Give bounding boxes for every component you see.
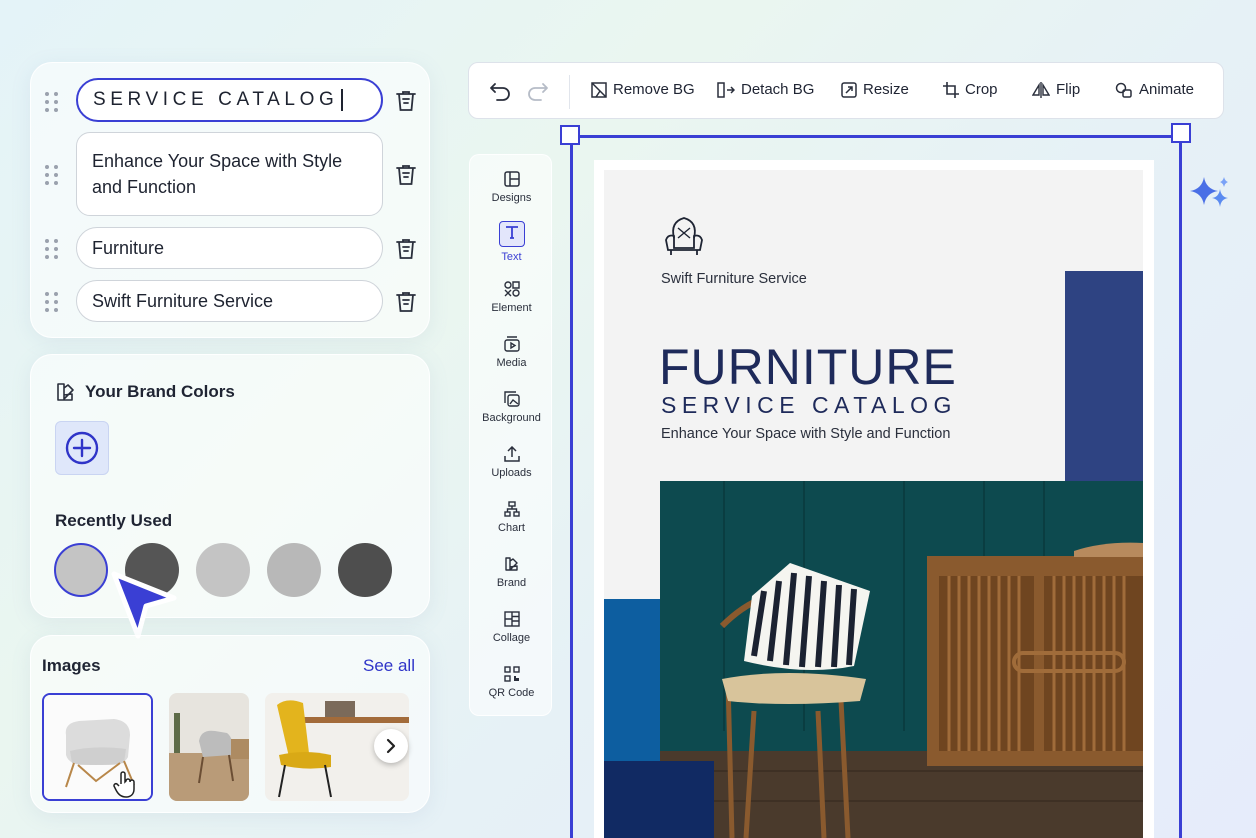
rail-item-brand[interactable]: Brand (470, 556, 553, 589)
detach-bg-button[interactable]: Detach BG (717, 81, 814, 98)
rail-item-collage[interactable]: Collage (470, 611, 553, 644)
animate-button[interactable]: Animate (1115, 81, 1194, 98)
drag-handle-icon[interactable] (45, 165, 59, 185)
resize-handle-top-left[interactable] (560, 125, 580, 145)
trash-icon[interactable] (395, 237, 417, 261)
collage-icon (503, 611, 520, 627)
field-tagline[interactable]: Enhance Your Space with Style and Functi… (76, 132, 383, 216)
field-brand-name[interactable]: Swift Furniture Service (76, 280, 383, 322)
trash-icon[interactable] (395, 89, 417, 113)
background-icon (503, 391, 520, 407)
side-rail: Designs Text Element Media Background Up… (469, 154, 552, 716)
color-swatch[interactable] (196, 543, 250, 597)
text-fields-panel: SERVICE CATALOG Enhance Your Space with … (30, 62, 430, 338)
crop-button[interactable]: Crop (943, 81, 998, 98)
selection-frame (569, 135, 1181, 138)
resize-handle-top-right[interactable] (1171, 123, 1191, 143)
drag-handle-icon[interactable] (45, 239, 59, 259)
chart-icon (503, 501, 520, 517)
rail-item-element[interactable]: Element (470, 281, 553, 314)
poster-subtitle: SERVICE CATALOG (661, 392, 957, 418)
rail-item-qr-code[interactable]: QR Code (470, 666, 553, 699)
designs-icon (503, 171, 520, 187)
poster-title: FURNITURE (659, 339, 957, 395)
color-swatch[interactable] (338, 543, 392, 597)
palette-icon (57, 383, 74, 401)
poster-tagline: Enhance Your Space with Style and Functi… (661, 426, 951, 442)
undo-icon[interactable] (489, 81, 511, 101)
drag-handle-icon[interactable] (45, 292, 59, 312)
rail-item-uploads[interactable]: Uploads (470, 446, 553, 479)
poster-brand-name: Swift Furniture Service (661, 271, 807, 287)
resize-icon (841, 81, 857, 98)
add-brand-color-button[interactable] (55, 421, 109, 475)
plus-circle-icon (65, 431, 99, 465)
toolbar-divider (569, 75, 570, 109)
pointer-cursor-icon (111, 571, 177, 639)
text-caret (341, 89, 343, 111)
brand-colors-title: Your Brand Colors (55, 381, 235, 403)
see-all-link[interactable]: See all (363, 656, 415, 676)
rail-item-text[interactable]: Text (470, 221, 553, 263)
field-service-catalog[interactable]: SERVICE CATALOG (76, 78, 383, 122)
selection-frame (1179, 135, 1182, 838)
recently-used-title: Recently Used (55, 511, 173, 530)
detach-bg-icon (717, 81, 735, 98)
animate-icon (1115, 82, 1132, 98)
qr-code-icon (503, 666, 520, 682)
text-icon (498, 221, 525, 247)
sparkle-icon[interactable] (1188, 175, 1238, 215)
next-images-button[interactable] (374, 729, 408, 763)
remove-bg-button[interactable]: Remove BG (591, 81, 695, 98)
furniture-photo (604, 481, 1143, 838)
rail-item-background[interactable]: Background (470, 391, 553, 424)
drag-handle-icon[interactable] (45, 92, 59, 112)
element-icon (503, 281, 520, 297)
poster-design[interactable]: Swift Furniture Service FURNITURE SERVIC… (604, 170, 1143, 838)
images-title: Images (42, 656, 101, 675)
brand-icon (504, 557, 518, 571)
image-toolbar: Remove BG Detach BG Resize Crop Flip Ani… (468, 62, 1224, 119)
color-swatch[interactable] (54, 543, 108, 597)
chevron-right-icon (386, 738, 396, 754)
selection-frame (570, 135, 573, 838)
armchair-logo-icon (665, 217, 703, 255)
redo-icon[interactable] (527, 81, 549, 101)
rail-item-chart[interactable]: Chart (470, 501, 553, 534)
media-icon (503, 336, 520, 352)
images-panel: Images See all (30, 635, 430, 813)
image-thumb-room[interactable] (169, 693, 249, 801)
hand-cursor-icon (113, 771, 135, 798)
resize-button[interactable]: Resize (841, 81, 909, 98)
flip-icon (1032, 81, 1050, 98)
trash-icon[interactable] (395, 290, 417, 314)
rail-item-media[interactable]: Media (470, 336, 553, 369)
remove-bg-icon (591, 81, 607, 98)
color-swatch[interactable] (267, 543, 321, 597)
flip-button[interactable]: Flip (1032, 81, 1080, 98)
trash-icon[interactable] (395, 163, 417, 187)
upload-icon (503, 446, 520, 462)
crop-icon (943, 81, 959, 98)
rail-item-designs[interactable]: Designs (470, 171, 553, 204)
brand-colors-panel: Your Brand Colors Recently Used (30, 354, 430, 618)
field-furniture[interactable]: Furniture (76, 227, 383, 269)
